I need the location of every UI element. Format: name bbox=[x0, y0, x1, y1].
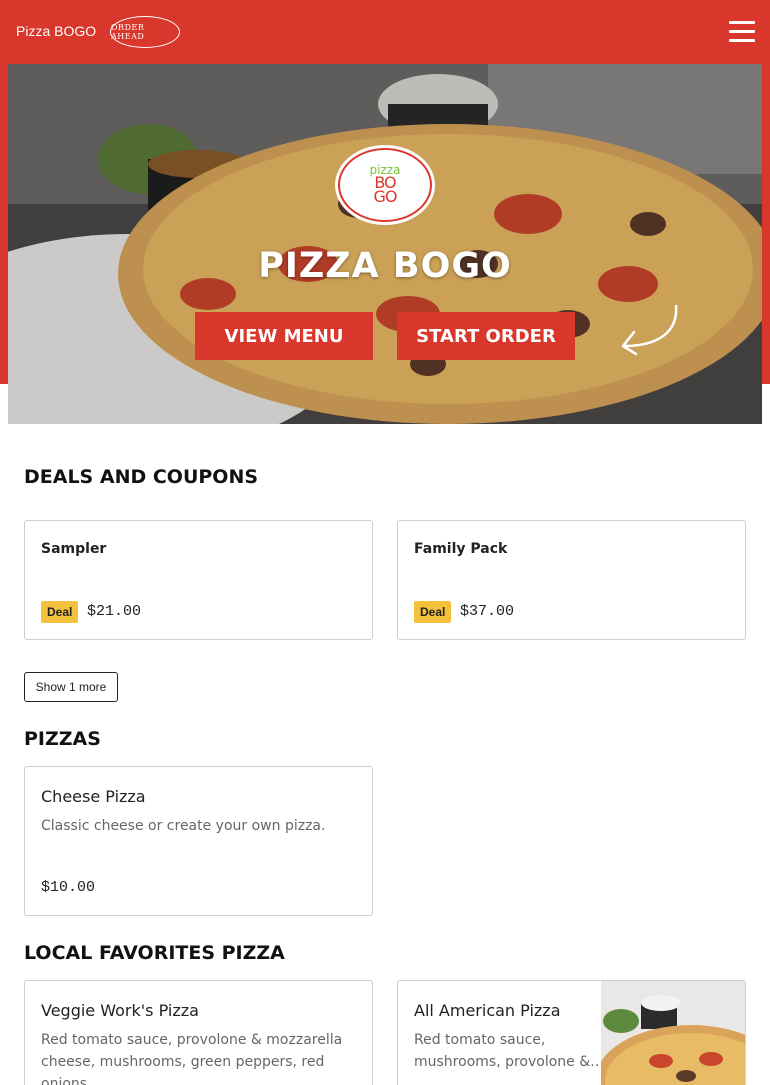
item-price: $10.00 bbox=[41, 879, 96, 896]
deal-price: $37.00 bbox=[460, 603, 515, 620]
menu-item-all-american-pizza[interactable]: All American Pizza Red tomato sauce, mus… bbox=[397, 980, 746, 1085]
view-menu-button[interactable]: VIEW MENU bbox=[195, 312, 373, 360]
hero-title: PIZZA BOGO bbox=[258, 246, 512, 286]
hamburger-icon[interactable] bbox=[729, 21, 755, 43]
item-thumbnail-image bbox=[601, 981, 745, 1085]
brand-name[interactable]: Pizza BOGO bbox=[16, 23, 96, 39]
pizzas-section-title: PIZZAS bbox=[24, 728, 101, 750]
deal-price: $21.00 bbox=[87, 603, 142, 620]
deal-badge: Deal bbox=[414, 601, 452, 623]
item-name: All American Pizza bbox=[414, 1001, 561, 1020]
item-name: Cheese Pizza bbox=[41, 787, 146, 806]
pizza-bogo-logo: pizza BO GO bbox=[338, 148, 432, 222]
deal-card-family-pack[interactable]: Family Pack Deal $37.00 bbox=[397, 520, 746, 640]
item-description: Red tomato sauce, provolone & mozzarella… bbox=[41, 1032, 343, 1085]
deal-card-sampler[interactable]: Sampler Deal $21.00 bbox=[24, 520, 373, 640]
show-more-button[interactable]: Show 1 more bbox=[24, 672, 118, 702]
order-ahead-badge: ORDER AHEAD bbox=[110, 16, 180, 48]
deal-name: Sampler bbox=[41, 541, 107, 557]
deal-name: Family Pack bbox=[414, 541, 508, 557]
item-description: Classic cheese or create your own pizza. bbox=[41, 818, 326, 834]
item-description: Red tomato sauce, mushrooms, provolone &… bbox=[414, 1032, 605, 1070]
start-order-button[interactable]: START ORDER bbox=[397, 312, 575, 360]
deals-section-title: DEALS AND COUPONS bbox=[24, 466, 259, 488]
deal-badge: Deal bbox=[41, 601, 79, 623]
menu-item-veggie-works-pizza[interactable]: Veggie Work's Pizza Red tomato sauce, pr… bbox=[24, 980, 373, 1085]
menu-item-cheese-pizza[interactable]: Cheese Pizza Classic cheese or create yo… bbox=[24, 766, 373, 916]
local-favorites-section-title: LOCAL FAVORITES PIZZA bbox=[24, 942, 285, 964]
hero-banner: pizza BO GO PIZZA BOGO VIEW MENU START O… bbox=[8, 64, 762, 424]
curved-arrow-icon bbox=[621, 304, 678, 356]
item-name: Veggie Work's Pizza bbox=[41, 1001, 199, 1020]
